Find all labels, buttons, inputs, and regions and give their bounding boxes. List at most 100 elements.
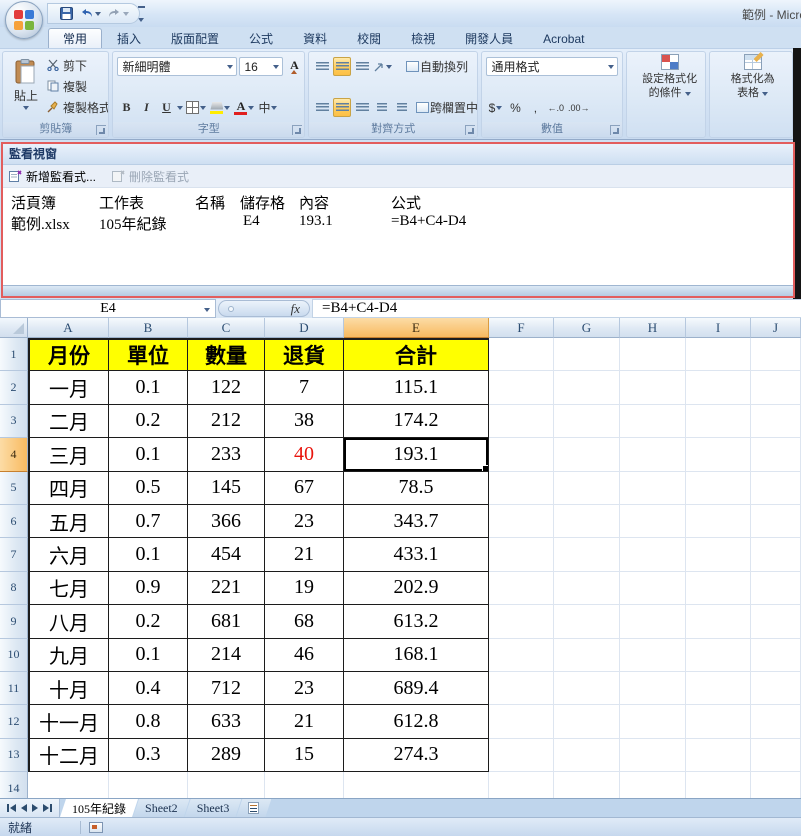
cell-A9[interactable]: 八月: [28, 605, 109, 638]
cell-H13[interactable]: [620, 739, 686, 772]
cell-H6[interactable]: [620, 505, 686, 538]
column-header-C[interactable]: C: [188, 318, 265, 338]
row-header-2[interactable]: 2: [0, 371, 28, 404]
cell-I9[interactable]: [686, 605, 751, 638]
cell-J11[interactable]: [751, 672, 801, 705]
cell-E11[interactable]: 689.4: [344, 672, 489, 705]
cell-J8[interactable]: [751, 572, 801, 605]
row-header-13[interactable]: 13: [0, 739, 28, 772]
cell-A1[interactable]: 月份: [28, 338, 109, 371]
cell-G9[interactable]: [554, 605, 620, 638]
comma-button[interactable]: ,: [526, 98, 544, 117]
cell-G6[interactable]: [554, 505, 620, 538]
cell-I12[interactable]: [686, 705, 751, 738]
cell-H4[interactable]: [620, 438, 686, 471]
cell-A10[interactable]: 九月: [28, 639, 109, 672]
cell-J3[interactable]: [751, 405, 801, 438]
cell-F3[interactable]: [489, 405, 554, 438]
cell-H11[interactable]: [620, 672, 686, 705]
watch-entry-cell[interactable]: E4: [243, 213, 260, 230]
cell-I3[interactable]: [686, 405, 751, 438]
cell-J2[interactable]: [751, 371, 801, 404]
cell-J1[interactable]: [751, 338, 801, 371]
clipboard-dialog-launcher-icon[interactable]: [96, 125, 106, 135]
cell-B13[interactable]: 0.3: [109, 739, 188, 772]
cell-H7[interactable]: [620, 538, 686, 571]
cell-H10[interactable]: [620, 639, 686, 672]
watch-entry-worksheet[interactable]: 105年紀錄: [99, 213, 167, 234]
cell-F7[interactable]: [489, 538, 554, 571]
row-header-9[interactable]: 9: [0, 605, 28, 638]
copy-button[interactable]: 複製: [47, 77, 109, 95]
row-header-3[interactable]: 3: [0, 405, 28, 438]
sheet-tab-sheet2[interactable]: Sheet2: [133, 799, 190, 817]
cell-C7[interactable]: 454: [188, 538, 265, 571]
cell-B3[interactable]: 0.2: [109, 405, 188, 438]
row-header-1[interactable]: 1: [0, 338, 28, 371]
cell-F11[interactable]: [489, 672, 554, 705]
column-header-A[interactable]: A: [28, 318, 109, 338]
insert-sheet-tab[interactable]: [236, 799, 271, 817]
column-header-E[interactable]: E: [344, 318, 489, 338]
cell-G8[interactable]: [554, 572, 620, 605]
cell-E3[interactable]: 174.2: [344, 405, 489, 438]
cell-B10[interactable]: 0.1: [109, 639, 188, 672]
tab-home[interactable]: 常用: [48, 28, 102, 48]
cell-H8[interactable]: [620, 572, 686, 605]
cell-C12[interactable]: 633: [188, 705, 265, 738]
cell-D2[interactable]: 7: [265, 371, 344, 404]
cell-J12[interactable]: [751, 705, 801, 738]
cell-A14[interactable]: [28, 772, 109, 798]
redo-button[interactable]: [108, 8, 129, 19]
cell-D14[interactable]: [265, 772, 344, 798]
cell-A6[interactable]: 五月: [28, 505, 109, 538]
fill-color-button[interactable]: [209, 98, 231, 117]
name-box[interactable]: E4: [0, 299, 216, 318]
italic-button[interactable]: I: [137, 98, 155, 117]
watch-col-worksheet[interactable]: 工作表: [99, 192, 144, 213]
cell-D10[interactable]: 46: [265, 639, 344, 672]
cell-E8[interactable]: 202.9: [344, 572, 489, 605]
cell-C5[interactable]: 145: [188, 472, 265, 505]
cell-E4[interactable]: 193.1: [344, 438, 489, 471]
cell-J14[interactable]: [751, 772, 801, 798]
cell-G2[interactable]: [554, 371, 620, 404]
cell-B1[interactable]: 單位: [109, 338, 188, 371]
align-left-button[interactable]: [313, 98, 331, 117]
cell-F1[interactable]: [489, 338, 554, 371]
cell-D4[interactable]: 40: [265, 438, 344, 471]
cell-E10[interactable]: 168.1: [344, 639, 489, 672]
cell-G14[interactable]: [554, 772, 620, 798]
format-painter-button[interactable]: 複製格式: [47, 98, 109, 116]
column-header-I[interactable]: I: [686, 318, 751, 338]
watch-entry-value[interactable]: 193.1: [299, 213, 333, 230]
watch-col-workbook[interactable]: 活頁簿: [11, 192, 56, 213]
cell-I8[interactable]: [686, 572, 751, 605]
watch-col-formula[interactable]: 公式: [391, 192, 421, 213]
column-header-H[interactable]: H: [620, 318, 686, 338]
format-as-table-button[interactable]: 格式化為 表格: [710, 54, 793, 100]
formula-input[interactable]: =B4+C4-D4: [312, 299, 801, 318]
cell-C14[interactable]: [188, 772, 265, 798]
cell-C11[interactable]: 712: [188, 672, 265, 705]
font-color-button[interactable]: A: [233, 98, 255, 117]
percent-button[interactable]: %: [506, 98, 524, 117]
cell-H9[interactable]: [620, 605, 686, 638]
cell-C1[interactable]: 數量: [188, 338, 265, 371]
cell-J13[interactable]: [751, 739, 801, 772]
undo-button[interactable]: [80, 8, 101, 19]
font-size-combo[interactable]: 16: [239, 57, 283, 76]
watch-col-name[interactable]: 名稱: [195, 192, 225, 213]
cell-B8[interactable]: 0.9: [109, 572, 188, 605]
watch-entry-formula[interactable]: =B4+C4-D4: [391, 213, 466, 230]
cell-F8[interactable]: [489, 572, 554, 605]
cell-E13[interactable]: 274.3: [344, 739, 489, 772]
cell-A5[interactable]: 四月: [28, 472, 109, 505]
row-header-11[interactable]: 11: [0, 672, 28, 705]
align-center-button[interactable]: [333, 98, 351, 117]
watch-window-title[interactable]: 監看視窗: [3, 144, 793, 165]
cell-J6[interactable]: [751, 505, 801, 538]
cell-B7[interactable]: 0.1: [109, 538, 188, 571]
font-dialog-launcher-icon[interactable]: [292, 125, 302, 135]
cell-G1[interactable]: [554, 338, 620, 371]
